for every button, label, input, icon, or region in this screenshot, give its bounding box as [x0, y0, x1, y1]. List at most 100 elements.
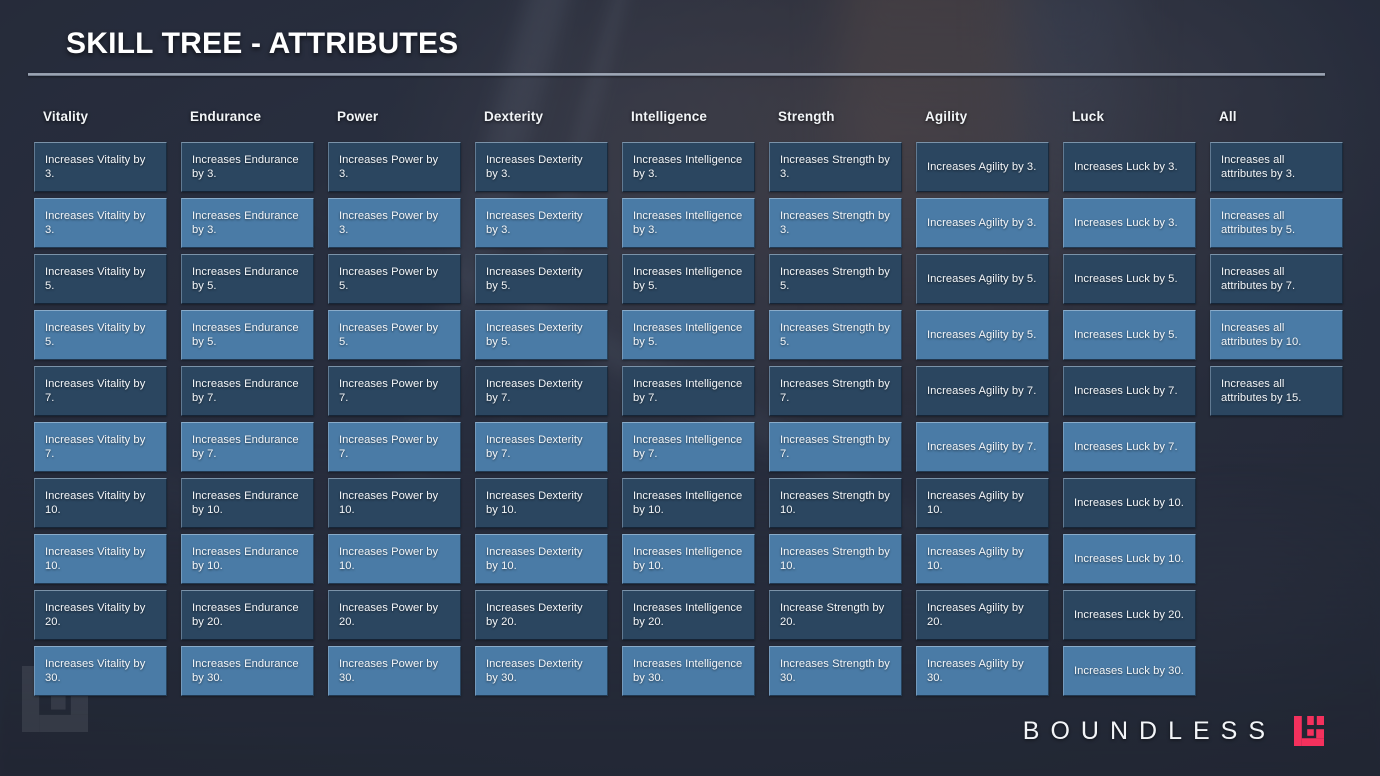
skill-card[interactable]: Increases Strength by 10. — [769, 534, 902, 584]
skill-card[interactable]: Increases Intelligence by 3. — [622, 198, 755, 248]
skill-card[interactable]: Increases Agility by 5. — [916, 310, 1049, 360]
skill-card[interactable]: Increases Intelligence by 20. — [622, 590, 755, 640]
skill-card[interactable]: Increases all attributes by 5. — [1210, 198, 1343, 248]
skill-card[interactable]: Increases Luck by 10. — [1063, 534, 1196, 584]
skill-card[interactable]: Increases Dexterity by 5. — [475, 310, 608, 360]
attribute-column: All Increases all attributes by 3. Increas… — [1210, 110, 1343, 696]
skill-card[interactable]: Increases Strength by 30. — [769, 646, 902, 696]
skill-card[interactable]: Increases Luck by 5. — [1063, 310, 1196, 360]
skill-card[interactable]: Increases Dexterity by 30. — [475, 646, 608, 696]
skill-card[interactable]: Increases Endurance by 10. — [181, 534, 314, 584]
skill-card[interactable]: Increases Endurance by 3. — [181, 198, 314, 248]
skill-card[interactable]: Increases all attributes by 10. — [1210, 310, 1343, 360]
skill-card[interactable]: Increase Strength by 20. — [769, 590, 902, 640]
skill-card[interactable]: Increases Vitality by 10. — [34, 478, 167, 528]
skill-card[interactable]: Increases Strength by 7. — [769, 422, 902, 472]
skill-card[interactable]: Increases Intelligence by 10. — [622, 534, 755, 584]
skill-card[interactable]: Increases Endurance by 20. — [181, 590, 314, 640]
skill-card[interactable]: Increases Endurance by 30. — [181, 646, 314, 696]
skill-card[interactable]: Increases Endurance by 7. — [181, 366, 314, 416]
skill-card[interactable]: Increases Luck by 10. — [1063, 478, 1196, 528]
skill-card[interactable]: Increases Agility by 5. — [916, 254, 1049, 304]
skill-card[interactable]: Increases Power by 5. — [328, 254, 461, 304]
skill-card[interactable]: Increases Luck by 20. — [1063, 590, 1196, 640]
skill-card[interactable]: Increases Dexterity by 7. — [475, 422, 608, 472]
attribute-column-header: Vitality — [43, 109, 89, 124]
skill-card[interactable]: Increases Intelligence by 7. — [622, 366, 755, 416]
skill-card-list: Increases Endurance by 3. Increases Endur… — [181, 142, 314, 696]
skill-card[interactable]: Increases Vitality by 5. — [34, 310, 167, 360]
skill-card[interactable]: Increases Dexterity by 20. — [475, 590, 608, 640]
skill-card[interactable]: Increases Dexterity by 3. — [475, 142, 608, 192]
skill-card[interactable]: Increases Dexterity by 10. — [475, 478, 608, 528]
skill-card[interactable]: Increases Agility by 3. — [916, 198, 1049, 248]
attribute-column-header: Endurance — [190, 109, 262, 124]
attribute-column-header: Luck — [1072, 109, 1105, 124]
skill-card[interactable]: Increases Intelligence by 10. — [622, 478, 755, 528]
skill-card-list: Increases Intelligence by 3. Increases In… — [622, 142, 755, 696]
skill-card[interactable]: Increases Strength by 5. — [769, 254, 902, 304]
skill-card[interactable]: Increases Agility by 10. — [916, 534, 1049, 584]
skill-card[interactable]: Increases all attributes by 15. — [1210, 366, 1343, 416]
skill-card[interactable]: Increases Power by 10. — [328, 478, 461, 528]
skill-card[interactable]: Increases Power by 5. — [328, 310, 461, 360]
skill-card[interactable]: Increases Agility by 10. — [916, 478, 1049, 528]
skill-card[interactable]: Increases Power by 3. — [328, 142, 461, 192]
skill-card[interactable]: Increases Agility by 3. — [916, 142, 1049, 192]
skill-card[interactable]: Increases Power by 7. — [328, 366, 461, 416]
skill-card[interactable]: Increases Luck by 3. — [1063, 142, 1196, 192]
skill-card[interactable]: Increases Agility by 20. — [916, 590, 1049, 640]
skill-card[interactable]: Increases Agility by 7. — [916, 422, 1049, 472]
skill-card[interactable]: Increases Power by 30. — [328, 646, 461, 696]
brand-logo: BOUNDLESS — [1021, 716, 1324, 746]
skill-card[interactable]: Increases Luck by 7. — [1063, 366, 1196, 416]
skill-card[interactable]: Increases Vitality by 30. — [34, 646, 167, 696]
attribute-column: Endurance Increases Endurance by 3. Increa… — [181, 110, 314, 696]
skill-card[interactable]: Increases Vitality by 20. — [34, 590, 167, 640]
attribute-column: Strength Increases Strength by 3. Increase… — [769, 110, 902, 696]
skill-card[interactable]: Increases Intelligence by 3. — [622, 142, 755, 192]
page-title: SKILL TREE - ATTRIBUTES — [66, 27, 459, 60]
attribute-column: Vitality Increases Vitality by 3. Increase… — [34, 110, 167, 696]
skill-card[interactable]: Increases Agility by 7. — [916, 366, 1049, 416]
attribute-column-header: Agility — [925, 109, 968, 124]
skill-card[interactable]: Increases Endurance by 7. — [181, 422, 314, 472]
skill-card[interactable]: Increases Dexterity by 5. — [475, 254, 608, 304]
skill-card[interactable]: Increases Luck by 7. — [1063, 422, 1196, 472]
skill-card[interactable]: Increases Power by 3. — [328, 198, 461, 248]
skill-card[interactable]: Increases Strength by 3. — [769, 198, 902, 248]
skill-card[interactable]: Increases Power by 10. — [328, 534, 461, 584]
skill-card[interactable]: Increases Power by 7. — [328, 422, 461, 472]
skill-card[interactable]: Increases Strength by 7. — [769, 366, 902, 416]
skill-card[interactable]: Increases Agility by 30. — [916, 646, 1049, 696]
boundless-logo-icon — [1294, 716, 1324, 746]
skill-card[interactable]: Increases Intelligence by 7. — [622, 422, 755, 472]
skill-card[interactable]: Increases Luck by 5. — [1063, 254, 1196, 304]
skill-card[interactable]: Increases Luck by 30. — [1063, 646, 1196, 696]
skill-card[interactable]: Increases Vitality by 3. — [34, 198, 167, 248]
skill-card[interactable]: Increases Strength by 5. — [769, 310, 902, 360]
skill-card[interactable]: Increases Vitality by 5. — [34, 254, 167, 304]
attribute-column-header: Strength — [778, 109, 835, 124]
skill-card[interactable]: Increases Luck by 3. — [1063, 198, 1196, 248]
skill-card[interactable]: Increases all attributes by 7. — [1210, 254, 1343, 304]
skill-card[interactable]: Increases Strength by 10. — [769, 478, 902, 528]
skill-card[interactable]: Increases Intelligence by 30. — [622, 646, 755, 696]
skill-card[interactable]: Increases Vitality by 7. — [34, 366, 167, 416]
skill-card[interactable]: Increases all attributes by 3. — [1210, 142, 1343, 192]
skill-card[interactable]: Increases Intelligence by 5. — [622, 254, 755, 304]
skill-card[interactable]: Increases Endurance by 3. — [181, 142, 314, 192]
skill-card[interactable]: Increases Vitality by 7. — [34, 422, 167, 472]
skill-card[interactable]: Increases Dexterity by 3. — [475, 198, 608, 248]
skill-card[interactable]: Increases Intelligence by 5. — [622, 310, 755, 360]
skill-card[interactable]: Increases Vitality by 10. — [34, 534, 167, 584]
skill-card[interactable]: Increases Dexterity by 10. — [475, 534, 608, 584]
skill-card[interactable]: Increases Endurance by 10. — [181, 478, 314, 528]
skill-card[interactable]: Increases Dexterity by 7. — [475, 366, 608, 416]
skill-card[interactable]: Increases Endurance by 5. — [181, 254, 314, 304]
skill-card[interactable]: Increases Vitality by 3. — [34, 142, 167, 192]
skill-card[interactable]: Increases Power by 20. — [328, 590, 461, 640]
brand-wordmark: BOUNDLESS — [1022, 716, 1276, 745]
skill-card[interactable]: Increases Strength by 3. — [769, 142, 902, 192]
skill-card[interactable]: Increases Endurance by 5. — [181, 310, 314, 360]
